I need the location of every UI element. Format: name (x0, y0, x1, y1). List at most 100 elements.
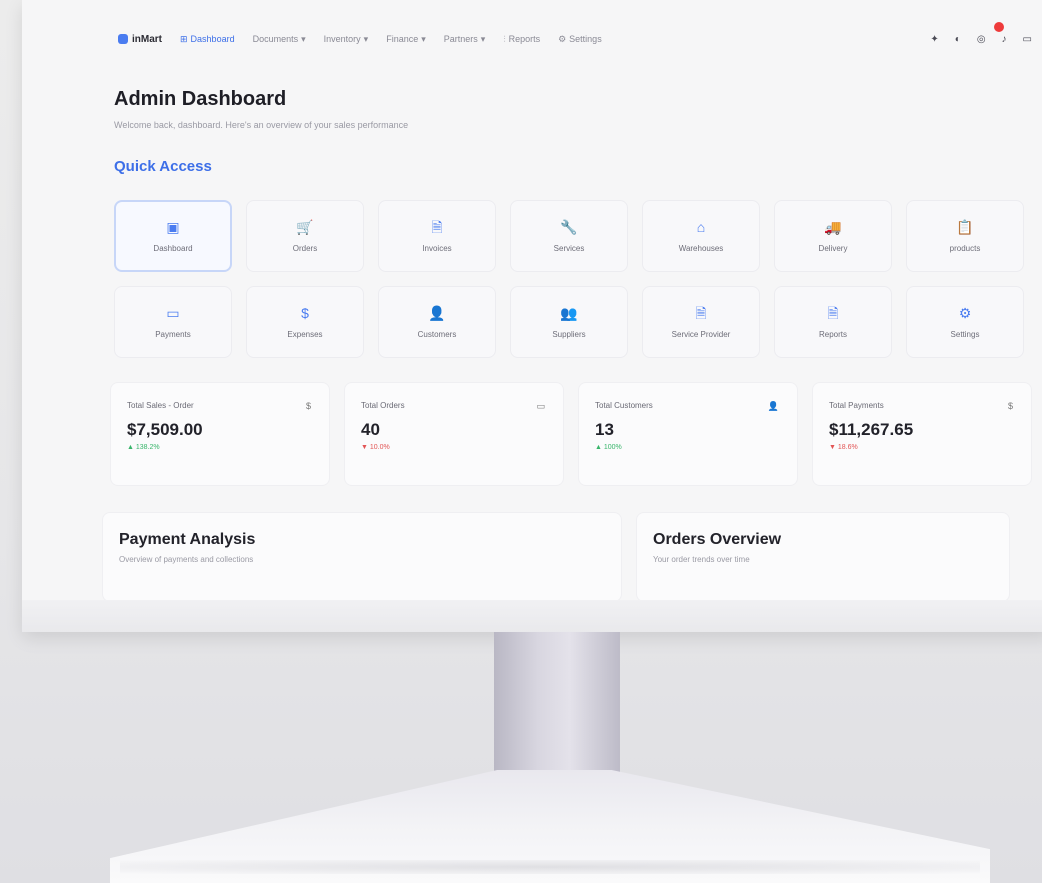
notification-badge (994, 21, 1004, 32)
nav-item-settings[interactable]: ⚙ Settings (558, 34, 602, 45)
bell-icon[interactable]: ♪ (1002, 34, 1007, 45)
nav-label: Reports (508, 34, 541, 44)
quick-access-expenses[interactable]: $ Expenses (246, 286, 364, 358)
panel-title: Orders Overview (653, 531, 782, 548)
quick-access-label: Delivery (818, 243, 848, 253)
search-icon[interactable]: ✦ (930, 34, 938, 45)
quick-access-warehouses[interactable]: ⌂ Warehouses (642, 200, 760, 272)
quick-access-settings[interactable]: ⚙ Settings (906, 286, 1024, 358)
nav-item-reports[interactable]: ⫶ Reports (503, 34, 540, 45)
stand-shadow (120, 860, 980, 874)
payment-analysis-panel: Payment Analysis Overview of payments an… (102, 512, 622, 602)
orders-overview-panel: Orders Overview Your order trends over t… (636, 512, 1010, 602)
quick-access-products[interactable]: 📋 products (906, 200, 1024, 272)
stat-change: ▲ 100% (595, 444, 622, 451)
chevron-down-icon: ▾ (480, 33, 486, 44)
quick-access-invoices[interactable]: 🗎 Invoices (378, 200, 496, 272)
quick-access-label: Service Provider (671, 329, 731, 339)
stat-label: Total Payments (829, 401, 884, 410)
stat-card-total-sales: Total Sales - Order $ $7,509.00 ▲ 138.2% (110, 382, 330, 486)
quick-access-label: Expenses (287, 329, 323, 339)
quick-access-label: products (949, 243, 981, 253)
nav-label: Inventory (323, 34, 361, 44)
nav-actions: ✦ ◐ ◎ ♪ ▭ (930, 21, 1032, 45)
grid-icon: ⊞ (180, 33, 188, 44)
user-icon: 👤 (767, 401, 779, 411)
quick-access-customers[interactable]: 👤 Customers (378, 286, 496, 358)
gear-icon: ⚙ (958, 304, 972, 321)
nav-label: Documents (252, 34, 299, 44)
truck-icon: 🚚 (824, 218, 842, 235)
brand-logo[interactable]: inMart (118, 34, 162, 45)
wrench-icon: 🔧 (560, 218, 578, 235)
nav-item-inventory[interactable]: Inventory ▾ (324, 34, 369, 45)
stat-label: Total Sales - Order (127, 401, 194, 410)
report-icon: 🗎 (827, 304, 839, 321)
quick-access-label: Warehouses (678, 243, 724, 253)
warehouse-icon: ⌂ (696, 218, 706, 235)
chevron-down-icon: ▾ (421, 33, 426, 44)
monitor-stand-neck (494, 632, 620, 782)
stat-change: ▲ 138.2% (127, 444, 160, 451)
dashboard-icon: ▣ (166, 218, 180, 235)
dollar-icon: $ (1007, 401, 1013, 411)
moon-icon[interactable]: ◐ (955, 34, 961, 45)
card-icon: ▭ (166, 304, 180, 321)
stat-change: ▼ 18.6% (829, 444, 858, 451)
nav-label: Finance (386, 34, 419, 44)
quick-access-label: Customers (417, 329, 457, 339)
quick-access-label: Suppliers (552, 329, 586, 339)
quick-access-services[interactable]: 🔧 Services (510, 200, 628, 272)
globe-icon[interactable]: ◎ (977, 34, 986, 45)
chevron-down-icon: ▾ (301, 33, 306, 44)
user-icon[interactable]: ▭ (1023, 34, 1032, 45)
box-icon: ▭ (536, 401, 545, 411)
quick-access-grid: ▣ Dashboard 🛒 Orders 🗎 Invoices 🔧 Servic… (114, 200, 1026, 358)
nav-label: Dashboard (190, 34, 235, 44)
quick-access-service-provider[interactable]: 🗎 Service Provider (642, 286, 760, 358)
user-icon: 👤 (428, 304, 446, 321)
quick-access-label: Invoices (422, 243, 452, 253)
panel-title: Payment Analysis (119, 531, 256, 548)
top-navigation: inMart ⊞ Dashboard Documents ▾ Inventory… (92, 21, 1032, 50)
dollar-icon: $ (305, 401, 311, 411)
nav-label: Settings (569, 34, 602, 44)
nav-item-finance[interactable]: Finance ▾ (386, 34, 426, 45)
quick-access-suppliers[interactable]: 👥 Suppliers (510, 286, 628, 358)
page-subtitle: Welcome back, dashboard. Here's an overv… (114, 120, 409, 130)
cart-icon: 🛒 (296, 218, 314, 235)
panel-subtitle: Your order trends over time (653, 555, 750, 564)
invoice-icon: 🗎 (431, 218, 443, 235)
users-icon: 👥 (560, 304, 578, 321)
quick-access-label: Settings (950, 329, 980, 339)
quick-access-label: Orders (292, 243, 318, 253)
stat-value: $7,509.00 (127, 420, 203, 439)
logo-icon (118, 34, 128, 44)
quick-access-label: Reports (818, 329, 847, 339)
quick-access-label: Services (553, 243, 585, 253)
quick-access-delivery[interactable]: 🚚 Delivery (774, 200, 892, 272)
monitor-bezel (22, 600, 1042, 632)
chart-icon: ⫶ (503, 33, 506, 44)
chevron-down-icon: ▾ (363, 33, 369, 44)
stat-value: 13 (595, 420, 614, 439)
nav-item-dashboard[interactable]: ⊞ Dashboard (180, 34, 235, 45)
stat-card-total-payments: Total Payments $ $11,267.65 ▼ 18.6% (812, 382, 1032, 486)
quick-access-payments[interactable]: ▭ Payments (114, 286, 232, 358)
monitor-screen: inMart ⊞ Dashboard Documents ▾ Inventory… (22, 0, 1042, 632)
nav-item-documents[interactable]: Documents ▾ (253, 34, 306, 45)
quick-access-orders[interactable]: 🛒 Orders (246, 200, 364, 272)
stat-value: 40 (361, 420, 380, 439)
quick-access-dashboard[interactable]: ▣ Dashboard (114, 200, 232, 272)
panel-subtitle: Overview of payments and collections (119, 555, 254, 564)
clipboard-icon: 📋 (956, 218, 974, 235)
quick-access-reports[interactable]: 🗎 Reports (774, 286, 892, 358)
dollar-icon: $ (301, 304, 309, 321)
brand-name: inMart (132, 33, 162, 45)
nav-item-partners[interactable]: Partners ▾ (444, 34, 486, 45)
stats-row: Total Sales - Order $ $7,509.00 ▲ 138.2%… (110, 382, 1032, 486)
nav-label: Partners (443, 34, 478, 44)
page-title: Admin Dashboard (114, 88, 287, 110)
stat-value: $11,267.65 (829, 420, 914, 439)
quick-access-label: Dashboard (153, 243, 193, 253)
